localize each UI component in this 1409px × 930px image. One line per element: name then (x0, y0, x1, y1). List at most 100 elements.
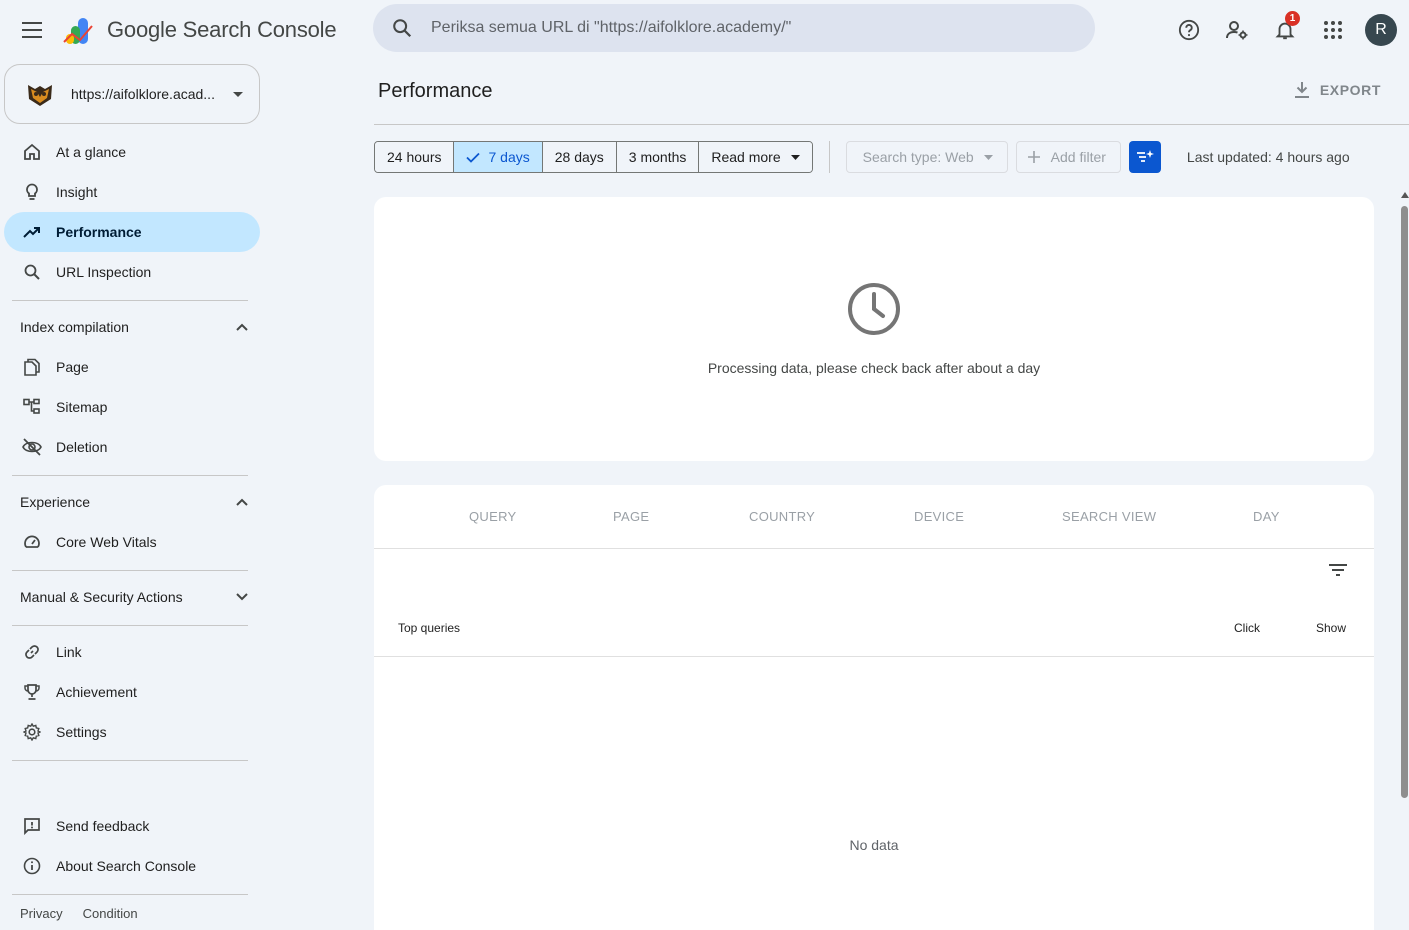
tab-search-view[interactable]: SEARCH VIEW (1062, 509, 1156, 524)
sidebar-footer-section: Send feedback About Search Console (4, 760, 260, 895)
info-icon (22, 856, 42, 876)
sidebar-item-page[interactable]: Page (4, 347, 260, 387)
condition-link[interactable]: Condition (83, 906, 138, 921)
sidebar-item-label: Page (56, 359, 89, 375)
column-header-show[interactable]: Show (1316, 621, 1346, 635)
range-7-days[interactable]: 7 days (454, 142, 543, 172)
apps-grid-icon (1324, 21, 1342, 39)
sidebar-item-label: About Search Console (56, 858, 197, 874)
column-header-query[interactable]: Top queries (398, 621, 460, 635)
app-title: Google Search Console (107, 17, 337, 42)
gear-icon (22, 722, 42, 742)
site-favicon-icon (28, 85, 52, 106)
date-range-selector: 24 hours 7 days 28 days 3 months Read mo… (374, 141, 813, 173)
section-toggle-security[interactable]: Manual & Security Actions (4, 577, 260, 617)
sidebar-item-label: Achievement (56, 684, 137, 700)
sidebar-item-performance[interactable]: Performance (4, 212, 260, 252)
sidebar-item-label: Sitemap (56, 399, 108, 415)
processing-message: Processing data, please check back after… (707, 360, 1041, 376)
account-avatar[interactable]: R (1365, 14, 1397, 46)
sidebar-other-section: Link Achievement Settings (4, 625, 260, 752)
privacy-link[interactable]: Privacy (20, 906, 63, 921)
divider (828, 141, 830, 173)
sidebar-item-core-web-vitals[interactable]: Core Web Vitals (4, 522, 260, 562)
dropdown-caret-icon (233, 91, 243, 97)
range-3-months[interactable]: 3 months (616, 142, 700, 172)
feedback-icon (22, 816, 42, 836)
dimension-tabs: QUERY PAGE COUNTRY DEVICE SEARCH VIEW DA… (374, 485, 1374, 549)
main-menu-button[interactable] (14, 12, 50, 48)
home-icon (22, 142, 42, 162)
scroll-up-arrow-icon[interactable] (1401, 192, 1409, 198)
performance-chart-card: Processing data, please check back after… (374, 197, 1374, 461)
pages-icon (22, 357, 42, 377)
tab-device[interactable]: DEVICE (914, 509, 964, 524)
eye-off-icon (22, 437, 42, 457)
speed-icon (22, 532, 42, 552)
notifications-button[interactable]: 1 (1265, 10, 1305, 50)
range-label: 28 days (554, 149, 604, 165)
column-header-click[interactable]: Click (1234, 621, 1260, 635)
export-label: EXPORT (1319, 82, 1381, 98)
property-label: https://aifolklore.acad... (71, 86, 215, 102)
tab-country[interactable]: COUNTRY (749, 509, 815, 524)
trophy-icon (22, 682, 42, 702)
range-read-more[interactable]: Read more (699, 142, 812, 172)
manage-accounts-icon (1226, 21, 1248, 40)
section-toggle-experience[interactable]: Experience (4, 482, 260, 522)
scrollbar-thumb[interactable] (1401, 206, 1408, 798)
section-toggle-index[interactable]: Index compilation (4, 307, 260, 347)
divider (12, 760, 248, 761)
filter-list-icon[interactable] (1328, 563, 1348, 577)
sidebar-item-deletion[interactable]: Deletion (4, 427, 260, 467)
sidebar-item-insight[interactable]: Insight (4, 172, 260, 212)
last-updated-text: Last updated: 4 hours ago (1186, 149, 1350, 165)
sidebar-item-url-inspection[interactable]: URL Inspection (4, 252, 260, 292)
range-24-hours[interactable]: 24 hours (375, 142, 455, 172)
divider (12, 300, 248, 301)
check-icon (466, 152, 481, 163)
search-input[interactable] (431, 19, 1071, 37)
sidebar-item-label: At a glance (56, 144, 127, 160)
header-actions: 1 R (1161, 10, 1397, 50)
range-label: 7 days (488, 149, 530, 165)
property-selector[interactable]: https://aifolklore.acad... (4, 64, 260, 124)
divider (12, 894, 248, 895)
link-icon (22, 642, 42, 662)
sidebar-item-at-a-glance[interactable]: At a glance (4, 132, 260, 172)
tab-query[interactable]: QUERY (469, 509, 517, 524)
search-icon (393, 19, 412, 38)
sidebar-item-label: Core Web Vitals (56, 534, 157, 550)
sidebar-item-send-feedback[interactable]: Send feedback (4, 806, 260, 846)
url-inspect-search[interactable] (373, 4, 1095, 52)
page-scrollbar[interactable] (1399, 192, 1409, 930)
section-label: Experience (20, 494, 91, 510)
no-data-message: No data (849, 837, 899, 853)
search-type-dropdown[interactable]: Search type: Web (845, 141, 1008, 173)
search-console-logo-icon (63, 18, 93, 44)
lightbulb-icon (22, 182, 42, 202)
search-type-label: Search type: Web (862, 149, 974, 165)
help-button[interactable] (1169, 10, 1209, 50)
sidebar-item-about[interactable]: About Search Console (4, 846, 260, 886)
sidebar-item-achievement[interactable]: Achievement (4, 672, 260, 712)
export-button[interactable]: EXPORT (1294, 81, 1381, 99)
tab-day[interactable]: DAY (1253, 509, 1280, 524)
filter-options-button[interactable] (1128, 141, 1161, 173)
user-settings-button[interactable] (1217, 10, 1257, 50)
chevron-up-icon (236, 323, 248, 331)
dropdown-caret-icon (790, 154, 800, 160)
search-icon (22, 262, 42, 282)
sidebar-item-sitemap[interactable]: Sitemap (4, 387, 260, 427)
tab-page[interactable]: PAGE (613, 509, 649, 524)
app-logo[interactable]: Google Search Console (62, 12, 337, 48)
range-28-days[interactable]: 28 days (542, 142, 617, 172)
add-filter-button[interactable]: Add filter (1015, 141, 1121, 173)
sidebar-item-label: Deletion (56, 439, 108, 455)
sidebar-index-section: Index compilation Page Sitemap Deletion (4, 300, 260, 467)
sidebar-item-settings[interactable]: Settings (4, 712, 260, 752)
add-filter-label: Add filter (1050, 149, 1106, 165)
apps-button[interactable] (1313, 10, 1353, 50)
sidebar-item-link[interactable]: Link (4, 632, 260, 672)
sidebar-item-label: URL Inspection (56, 264, 152, 280)
